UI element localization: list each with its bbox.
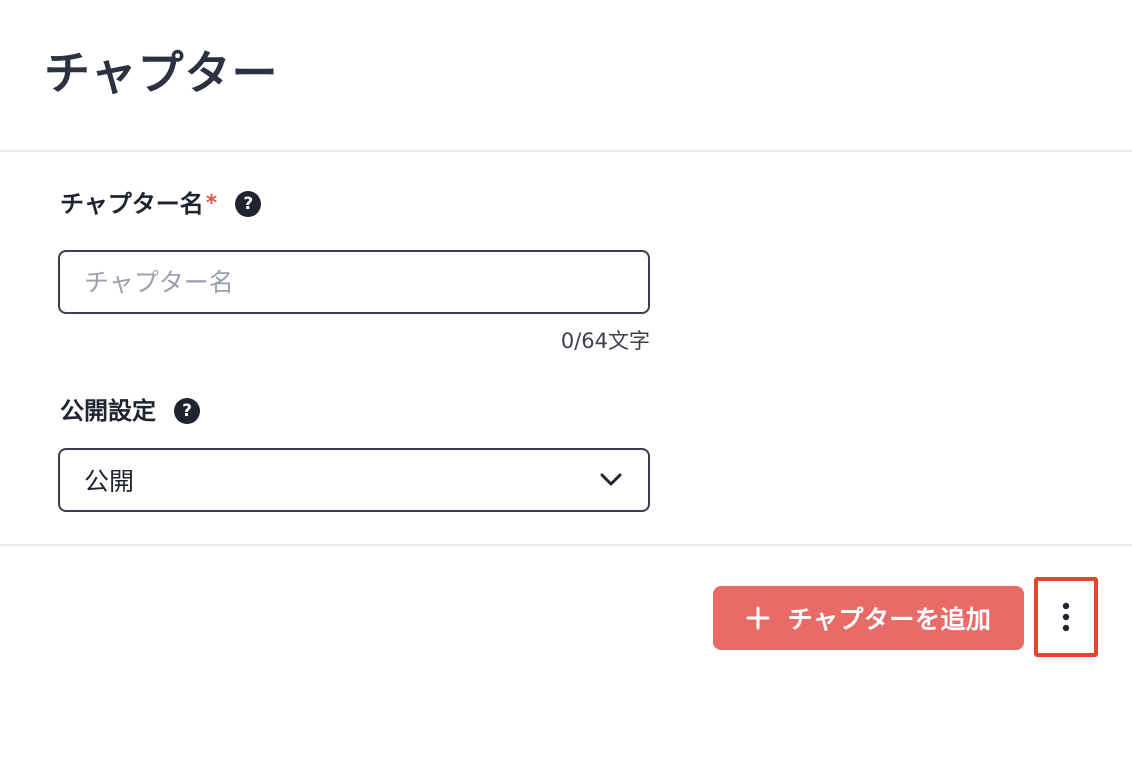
- help-icon[interactable]: ?: [235, 191, 262, 217]
- page-title: チャプター: [44, 46, 279, 100]
- char-count: 0/64文字: [560, 329, 650, 353]
- visibility-select[interactable]: 公開: [58, 448, 650, 512]
- form-divider: [0, 544, 1132, 546]
- visibility-label-text: 公開設定: [60, 397, 156, 425]
- more-vertical-icon: [1062, 602, 1070, 632]
- required-mark: *: [205, 191, 218, 216]
- chevron-down-icon: [600, 473, 622, 486]
- chapter-page: チャプター チャプター名 * ? 0/64文字 公開設定 ? 公開 チャプターを…: [0, 0, 1132, 762]
- help-icon[interactable]: ?: [174, 398, 200, 424]
- chapter-name-label-text: チャプター名: [60, 190, 204, 218]
- add-chapter-label: チャプターを追加: [787, 605, 992, 634]
- add-chapter-button[interactable]: チャプターを追加: [713, 586, 1024, 650]
- plus-icon: [746, 606, 770, 630]
- visibility-label: 公開設定 ?: [60, 395, 200, 427]
- header-divider: [0, 150, 1132, 152]
- more-options-button[interactable]: [1034, 577, 1098, 657]
- chapter-name-input[interactable]: [58, 250, 650, 314]
- chapter-name-label: チャプター名 * ?: [60, 188, 262, 220]
- visibility-selected-value: 公開: [84, 467, 135, 496]
